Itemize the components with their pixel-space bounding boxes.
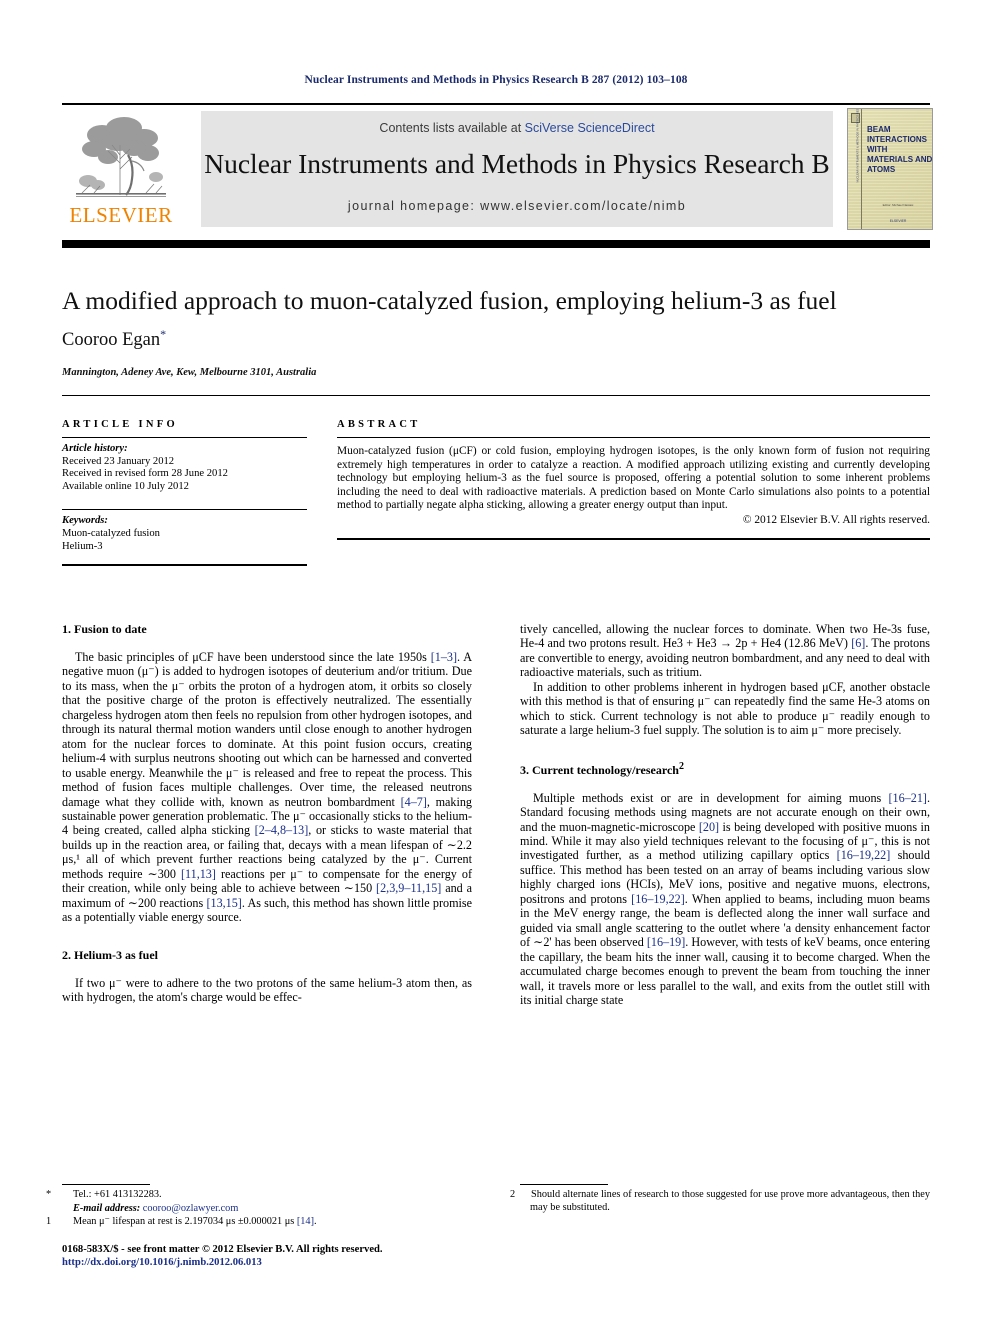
citation-ref[interactable]: [1–3] (431, 650, 457, 664)
history-online: Available online 10 July 2012 (62, 480, 189, 492)
text-run: . (314, 1216, 317, 1228)
keywords-label: Keywords: (62, 515, 108, 527)
contents-prefix: Contents lists available at (379, 121, 525, 135)
imprint-block: 0168-583X/$ - see front matter © 2012 El… (62, 1243, 492, 1269)
footnote-block-left: * Tel.: +61 413132283. E-mail address: co… (46, 1184, 472, 1230)
cover-title-text: BEAM INTERACTIONS WITH MATERIALS AND ATO… (867, 125, 933, 174)
section-heading-3-text: 3. Current technology/research (520, 762, 679, 777)
divider-info-bottom (62, 564, 307, 567)
footnote-separator-right (520, 1184, 608, 1185)
footnote-2: 2 Should alternate lines of research to t… (510, 1189, 930, 1214)
abstract-block: ABSTRACT Muon-catalyzed fusion (μCF) or … (337, 419, 930, 540)
paragraph-s2-p1: If two μ⁻ were to adhere to the two prot… (62, 975, 472, 1005)
citation-ref[interactable]: [13,15] (206, 896, 241, 910)
email-address-link[interactable]: cooroo@ozlawyer.com (143, 1203, 239, 1214)
journal-masthead: ELSEVIER Contents lists available at Sci… (62, 103, 933, 231)
citation-ref[interactable]: [16–19] (647, 935, 685, 949)
divider-abstract-bottom (337, 537, 930, 540)
email-label: E-mail address: (73, 1202, 141, 1214)
cover-editor-text: Editor: Michael Nastasi (882, 203, 914, 207)
masthead-black-bar (62, 240, 930, 248)
footnote-block-right: 2 Should alternate lines of research to t… (510, 1184, 930, 1215)
elsevier-wordmark: ELSEVIER (69, 203, 173, 227)
citation-ref[interactable]: [6] (851, 636, 865, 650)
paper-page: Nuclear Instruments and Methods in Physi… (0, 0, 992, 1323)
cover-spine-text: NUCLEAR INSTRUMENTS & METHODS IN PHYSICS… (856, 108, 860, 183)
citation-ref[interactable]: [11,13] (181, 867, 216, 881)
divider-info-mid (62, 509, 307, 511)
citation-ref[interactable]: [16–21] (889, 791, 927, 805)
footnote-email: E-mail address: cooroo@ozlawyer.com (62, 1203, 472, 1216)
issn-copyright-line: 0168-583X/$ - see front matter © 2012 El… (62, 1244, 383, 1255)
text-run: The basic principles of μCF have been un… (75, 650, 431, 664)
text-run: Multiple methods exist or are in develop… (533, 790, 889, 805)
footnote-separator-left (62, 1184, 150, 1185)
contents-available-line: Contents lists available at SciVerse Sci… (201, 121, 833, 135)
doi-link[interactable]: http://dx.doi.org/10.1016/j.nimb.2012.06… (62, 1256, 492, 1269)
journal-banner: Contents lists available at SciVerse Sci… (201, 111, 833, 227)
author-correspondence-mark: * (160, 327, 167, 341)
footnote-corresponding: * Tel.: +61 413132283. (46, 1189, 472, 1202)
abstract-copyright: © 2012 Elsevier B.V. All rights reserved… (742, 513, 930, 526)
journal-title: Nuclear Instruments and Methods in Physi… (204, 148, 830, 179)
divider-under-affiliation (62, 395, 930, 396)
footnote-tel: Tel.: +61 413132283. (73, 1189, 162, 1200)
section-heading-1: 1. Fusion to date (62, 622, 147, 636)
section-heading-3: 3. Current technology/research2 (520, 761, 930, 778)
text-run: . A negative muon (μ⁻) is added to hydro… (62, 650, 473, 809)
keyword-item: Helium-3 (62, 540, 103, 552)
author-list: Cooroo Egan* (62, 327, 930, 351)
citation-ref[interactable]: [2–4,8–13] (255, 823, 309, 837)
footnote-mark-2: 2 (510, 1189, 516, 1200)
elsevier-tree-icon (68, 111, 174, 203)
section-heading-2: 2. Helium-3 as fuel (62, 947, 158, 962)
paragraph-continuation: tively cancelled, allowing the nuclear f… (520, 622, 930, 680)
sciencedirect-link[interactable]: SciVerse ScienceDirect (525, 121, 655, 135)
citation-ref[interactable]: [14] (297, 1216, 314, 1227)
paragraph-s1-p1: The basic principles of μCF have been un… (62, 650, 472, 925)
citation-ref[interactable]: [2,3,9–11,15] (376, 881, 441, 895)
footnote-1: 1 Mean μ⁻ lifespan at rest is 2.197034 μs… (46, 1216, 472, 1229)
page-title: A modified approach to muon-catalyzed fu… (62, 286, 837, 315)
abstract-heading: ABSTRACT (337, 419, 421, 430)
paragraph-s2-p2: In addition to other problems inherent i… (520, 679, 930, 738)
cover-publisher-text: ELSEVIER (889, 219, 907, 223)
history-received: Received 23 January 2012 (62, 455, 175, 467)
running-head: Nuclear Instruments and Methods in Physi… (304, 74, 688, 86)
keywords-block: Keywords: Muon-catalyzed fusion Helium-3 (62, 515, 307, 553)
body-column-right: tively cancelled, allowing the nuclear f… (520, 622, 930, 1007)
article-history: Article history: Received 23 January 201… (62, 443, 307, 493)
citation-ref[interactable]: [16–19,22] (631, 892, 685, 906)
body-column-left: 1. Fusion to date The basic principles o… (62, 622, 472, 1005)
journal-homepage-link[interactable]: journal homepage: www.elsevier.com/locat… (201, 199, 833, 213)
section-heading-3-footnote-mark: 2 (678, 760, 684, 772)
article-history-label: Article history: (62, 443, 128, 454)
abstract-text: Muon-catalyzed fusion (μCF) or cold fusi… (337, 445, 930, 512)
article-info-heading: ARTICLE INFO (62, 419, 178, 430)
divider-abstract-top (337, 437, 930, 438)
footnote-2-text: Should alternate lines of research to th… (530, 1189, 930, 1213)
history-revised: Received in revised form 28 June 2012 (62, 468, 228, 480)
keyword-item: Muon-catalyzed fusion (62, 527, 160, 539)
author-name: Cooroo Egan (62, 330, 161, 351)
footnote-mark-star: * (46, 1189, 52, 1200)
citation-ref[interactable]: [20] (699, 820, 719, 834)
footnote-mark-1: 1 (46, 1216, 52, 1228)
citation-ref[interactable]: [16–19,22] (837, 848, 891, 862)
article-info-block: ARTICLE INFO Article history: Received 2… (62, 419, 307, 567)
elsevier-logo: ELSEVIER (62, 111, 180, 231)
citation-ref[interactable]: [4–7] (401, 795, 427, 809)
paragraph-s3-p1: Multiple methods exist or are in develop… (520, 791, 930, 1008)
text-run: Mean μ⁻ lifespan at rest is 2.197034 μs … (73, 1216, 297, 1228)
journal-cover-thumbnail: NUCLEAR INSTRUMENTS & METHODS IN PHYSICS… (847, 108, 933, 230)
author-affiliation: Mannington, Adeney Ave, Kew, Melbourne 3… (62, 367, 317, 378)
divider-info-top (62, 437, 307, 438)
cover-spine-line (861, 109, 862, 229)
